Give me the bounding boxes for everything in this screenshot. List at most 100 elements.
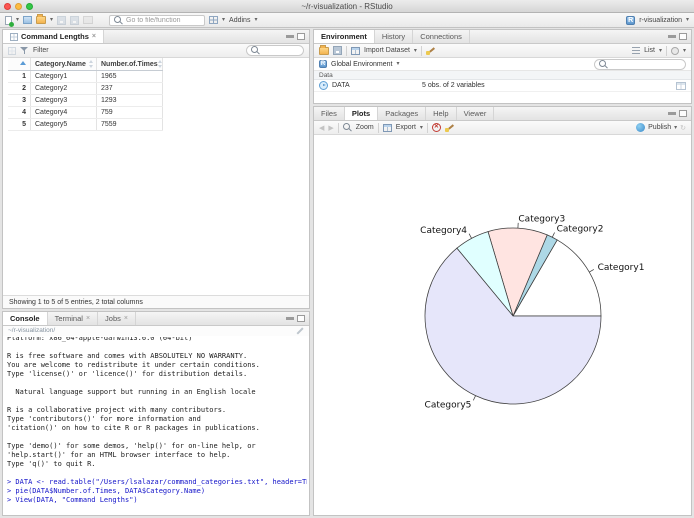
environment-object-row[interactable]: DATA 5 obs. of 2 variables [314,80,691,92]
import-caret-icon[interactable]: ▾ [414,48,417,54]
expand-object-icon[interactable] [319,81,328,90]
pie-label: Category1 [598,263,645,273]
tab-history[interactable]: History [375,30,414,43]
refresh-plot-icon[interactable]: ↻ [680,124,686,132]
table-row[interactable]: 1 Category1 1965 [8,71,163,83]
tab-console[interactable]: Console [3,312,48,325]
import-dataset-button[interactable]: Import Dataset [364,47,410,54]
save-icon[interactable] [57,15,67,25]
panes-caret-icon[interactable]: ▾ [222,17,225,23]
console-output[interactable]: Platform: x86_64-apple-darwin13.6.0 (64-… [7,337,307,513]
filter-icon[interactable] [20,46,29,55]
addins-caret-icon[interactable]: ▾ [254,17,257,23]
pencil-icon[interactable] [295,327,304,336]
tab-label: Connections [420,32,462,41]
table-row[interactable]: 5 Category5 7559 [8,119,163,131]
export-button[interactable]: Export [396,124,416,131]
environment-search-box[interactable] [594,58,686,70]
export-plot-icon[interactable] [382,123,392,132]
new-file-icon[interactable] [5,15,14,27]
tab-environment[interactable]: Environment [314,30,375,43]
close-tab-icon[interactable]: × [92,33,96,40]
publish-icon[interactable] [636,123,646,132]
remove-plot-icon[interactable]: ✕ [431,123,441,132]
console-prompt-line[interactable]: > [7,505,307,513]
clear-all-plots-icon[interactable] [445,123,455,132]
maximize-pane-icon[interactable] [297,315,305,322]
addins-button[interactable]: Addins [229,17,250,24]
zoom-button[interactable]: Zoom [356,124,374,131]
tab-terminal[interactable]: Terminal × [48,312,99,325]
tab-packages[interactable]: Packages [378,107,427,120]
list-caret-icon[interactable]: ▾ [659,48,662,54]
publish-button[interactable]: Publish [648,124,671,131]
view-table-icon[interactable] [676,81,686,90]
project-caret-icon[interactable]: ▾ [686,17,689,23]
environment-search-input[interactable] [611,60,681,68]
filter-button[interactable]: Filter [33,47,49,54]
console-tabbar: Console Terminal × Jobs × [3,312,309,326]
load-workspace-icon[interactable] [319,44,329,55]
goto-file-box[interactable] [109,14,206,26]
clear-environment-icon[interactable] [426,46,436,55]
export-caret-icon[interactable]: ▾ [420,125,423,131]
workspace-panes-icon[interactable] [209,16,219,24]
view-options-icon[interactable] [8,46,16,55]
table-search-box[interactable] [246,45,304,56]
import-dataset-icon[interactable] [351,46,360,55]
tab-label: Packages [385,109,419,118]
goto-file-input[interactable] [126,16,201,24]
minimize-pane-icon[interactable] [668,112,676,115]
table-row[interactable]: 2 Category2 237 [8,83,163,95]
pie-label: Category4 [420,226,467,236]
console-command: > pie(DATA$Number.of.Times, DATA$Categor… [7,487,206,495]
tab-connections[interactable]: Connections [413,30,470,43]
open-file-icon[interactable] [36,14,47,24]
tab-command-lengths[interactable]: Command Lengths × [3,30,105,43]
zoom-plot-icon[interactable] [342,123,352,132]
save-all-icon[interactable] [70,15,80,25]
open-recent-caret-icon[interactable]: ▾ [50,17,53,23]
new-file-caret-icon[interactable]: ▾ [16,17,19,23]
close-tab-icon[interactable]: × [86,315,90,322]
column-header-number-of-times[interactable]: Number.of.Times [97,58,163,70]
close-tab-icon[interactable]: × [124,315,128,322]
tab-files[interactable]: Files [314,107,345,120]
minimize-pane-icon[interactable] [286,35,294,38]
scope-selector[interactable]: Global Environment [331,61,392,68]
cell-category-name: Category1 [31,71,97,82]
console-line: R is free software and comes with ABSOLU… [7,352,248,360]
scope-caret-icon[interactable]: ▾ [396,61,399,67]
table-row[interactable]: 3 Category3 1293 [8,95,163,107]
maximize-pane-icon[interactable] [679,110,687,117]
publish-caret-icon[interactable]: ▾ [674,125,677,131]
column-header-index[interactable] [8,58,31,70]
save-workspace-icon[interactable] [333,46,342,55]
console-path-row: ~/r-visualization/ [3,326,309,336]
row-index: 4 [8,107,31,118]
previous-plot-icon[interactable]: ◀ [319,124,324,132]
refresh-caret-icon[interactable]: ▾ [683,48,686,54]
list-view-icon[interactable] [632,47,641,54]
list-view-button[interactable]: List [644,47,655,54]
tab-jobs[interactable]: Jobs × [98,312,136,325]
project-menu-button[interactable]: r-visualization [639,17,682,24]
minimize-pane-icon[interactable] [286,317,294,320]
table-row[interactable]: 4 Category4 759 [8,107,163,119]
maximize-pane-icon[interactable] [297,33,305,40]
console-line: 'citation()' on how to cite R or R packa… [7,424,260,432]
column-header-category-name[interactable]: Category.Name [31,58,97,70]
new-project-icon[interactable] [23,16,33,24]
tab-help[interactable]: Help [426,107,457,120]
refresh-environment-icon[interactable] [670,46,679,55]
next-plot-icon[interactable]: ▶ [328,124,333,132]
minimize-pane-icon[interactable] [668,35,676,38]
print-icon[interactable] [83,16,94,24]
row-index: 2 [8,83,31,94]
tab-plots[interactable]: Plots [344,107,379,120]
table-search-input[interactable] [263,47,299,54]
maximize-pane-icon[interactable] [679,33,687,40]
tab-viewer[interactable]: Viewer [457,107,495,120]
console-panel: Console Terminal × Jobs × ~/r-visualizat… [2,311,310,516]
